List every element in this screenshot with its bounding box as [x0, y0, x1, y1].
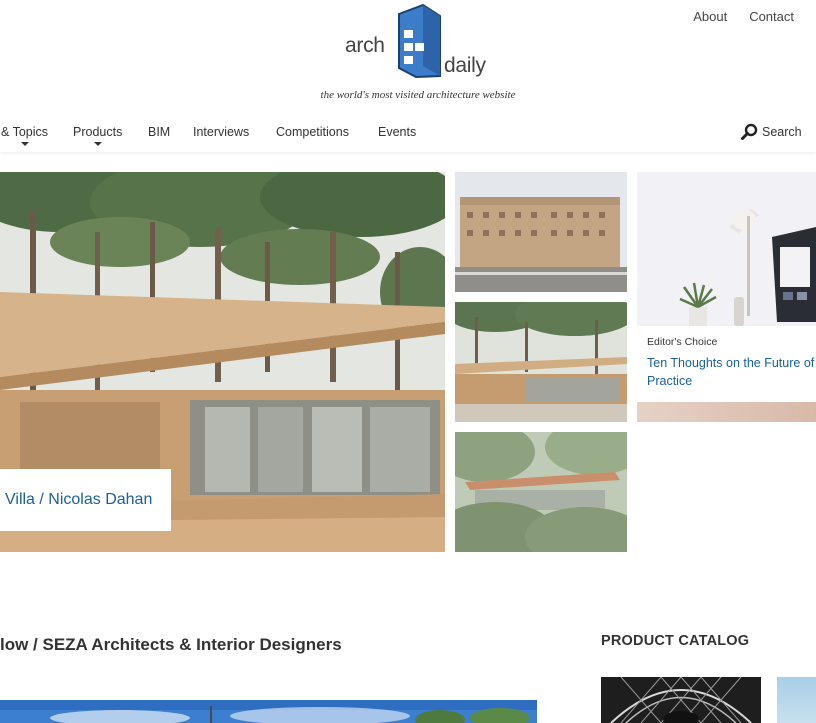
- editors-choice-card[interactable]: Editor's Choice Ten Thoughts on the Futu…: [637, 172, 816, 422]
- editors-choice-label: Editor's Choice: [647, 336, 718, 348]
- nav-item-label: Events: [378, 125, 417, 139]
- nav-item-label: & Topics: [1, 125, 49, 139]
- top-links: About Contact: [693, 9, 794, 24]
- editors-choice-text: Editor's Choice Ten Thoughts on the Futu…: [637, 326, 816, 402]
- editors-choice-title[interactable]: Ten Thoughts on the Future of Practice: [647, 354, 815, 390]
- nav-item-label: Competitions: [276, 125, 349, 139]
- archdaily-logo[interactable]: arch daily: [344, 4, 494, 80]
- thumbnail-photo: [455, 302, 627, 422]
- about-link[interactable]: About: [693, 9, 727, 24]
- article-image[interactable]: [0, 700, 537, 723]
- nav-item-label: Interviews: [193, 125, 250, 139]
- article-title[interactable]: low / SEZA Architects & Interior Designe…: [0, 635, 342, 655]
- nav-item-events[interactable]: Events: [378, 125, 416, 139]
- thumbnail-photo: [455, 432, 627, 552]
- logo-word-arch: arch: [345, 34, 385, 57]
- contact-link[interactable]: Contact: [749, 9, 794, 24]
- nav-item-label: Products: [73, 125, 123, 139]
- logo-word-daily: daily: [444, 54, 486, 77]
- hero-thumbnail-2[interactable]: [455, 302, 627, 422]
- caret-down-icon: [20, 142, 29, 146]
- nav-item-products[interactable]: Products: [73, 125, 123, 146]
- catalog-item-1[interactable]: [601, 677, 761, 723]
- search-label: Search: [762, 124, 802, 139]
- hero-featured-image[interactable]: Villa / Nicolas Dahan: [0, 172, 445, 552]
- search-button[interactable]: Search: [741, 123, 802, 140]
- nav-item-competitions[interactable]: Competitions: [276, 125, 349, 139]
- search-icon: [741, 123, 758, 140]
- editors-choice-photo: [637, 172, 816, 326]
- thumbnail-photo: [455, 172, 627, 292]
- catalog-item-2[interactable]: [777, 677, 816, 723]
- editors-choice-title-line-1: Ten Thoughts on the Future of: [647, 356, 815, 370]
- main-nav: & Topics Products BIM Interviews Competi…: [0, 112, 816, 152]
- hero-thumbnail-1[interactable]: [455, 172, 627, 292]
- article-photo: [0, 700, 537, 723]
- catalog-photo: [601, 677, 761, 723]
- editors-choice-photo-strip: [637, 402, 816, 422]
- caret-down-icon: [93, 142, 102, 146]
- logo-building-icon: [398, 4, 441, 78]
- hero-caption[interactable]: Villa / Nicolas Dahan: [0, 469, 171, 531]
- hero-caption-title: Villa / Nicolas Dahan: [5, 491, 153, 508]
- hero-thumbnail-3[interactable]: [455, 432, 627, 552]
- tagline: the world's most visited architecture we…: [320, 89, 516, 101]
- nav-item-bim[interactable]: BIM: [148, 125, 170, 139]
- nav-item-label: BIM: [148, 125, 171, 139]
- nav-item-interviews[interactable]: Interviews: [193, 125, 249, 139]
- editors-choice-title-line-2: Practice: [647, 374, 693, 388]
- product-catalog-heading[interactable]: PRODUCT CATALOG: [601, 633, 749, 649]
- nav-item-topics[interactable]: & Topics: [1, 125, 49, 146]
